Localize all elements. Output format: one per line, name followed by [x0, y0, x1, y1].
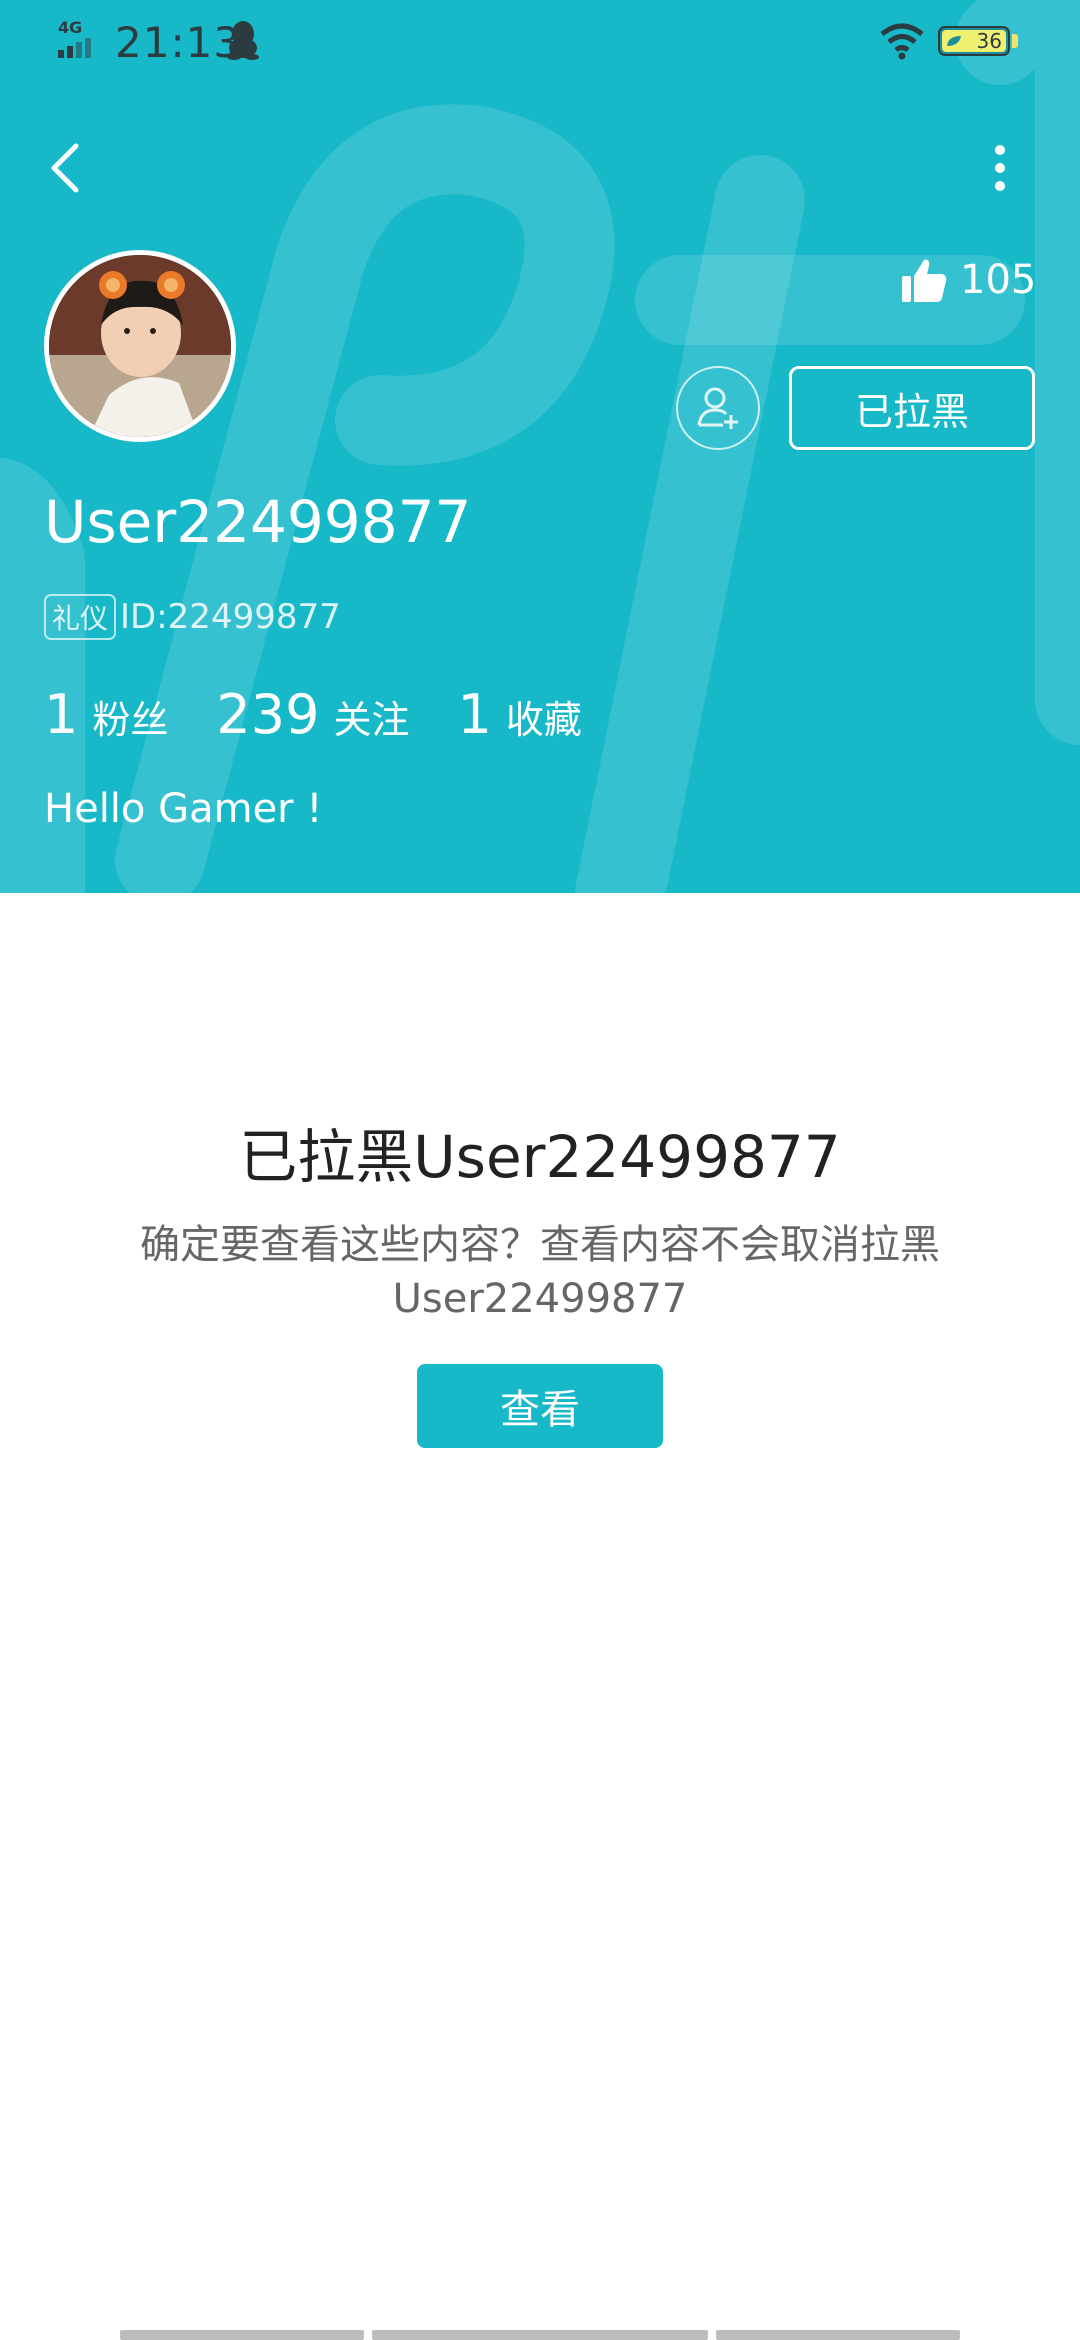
battery-cap	[1012, 34, 1018, 48]
wifi-icon	[880, 23, 924, 60]
stat-value: 239	[216, 683, 320, 746]
username: User22499877	[44, 488, 472, 556]
blocked-notice-title: 已拉黑User22499877	[239, 1123, 841, 1191]
blocked-notice-message: 确定要查看这些内容？查看内容不会取消拉黑User22499877	[140, 1222, 940, 1322]
role-badge: 礼仪	[44, 594, 117, 640]
stat-following[interactable]: 239 关注	[216, 683, 409, 746]
thumbs-up-icon	[902, 259, 947, 302]
qq-icon	[227, 21, 259, 60]
like-counter[interactable]: 105	[900, 250, 1036, 310]
profile-header: 4G 21:13 36 105 已拉黑 User22499877 礼仪 ID:2…	[0, 0, 1080, 893]
user-id-row: 礼仪 ID:22499877	[44, 594, 341, 640]
battery-indicator: 36	[938, 26, 1010, 56]
stat-value: 1	[457, 683, 492, 746]
add-friend-button[interactable]	[676, 366, 760, 450]
signal-icon	[58, 38, 91, 58]
avatar[interactable]	[44, 250, 236, 442]
status-time: 21:13	[115, 18, 242, 67]
stat-label: 粉丝	[92, 698, 169, 742]
blocked-button[interactable]: 已拉黑	[789, 366, 1035, 450]
back-arrow-icon[interactable]	[40, 136, 96, 200]
status-bar: 4G 21:13 36	[0, 0, 1080, 84]
profile-stats: 1 粉丝 239 关注 1 收藏	[44, 683, 630, 746]
network-type: 4G	[58, 18, 83, 37]
like-count: 105	[960, 257, 1037, 303]
bottom-tab-bar-center	[372, 2330, 708, 2340]
bottom-tab-bar-right	[716, 2330, 960, 2340]
battery-leaf-icon	[947, 36, 961, 46]
avatar-image	[49, 255, 231, 437]
add-user-icon	[697, 387, 738, 429]
stat-label: 关注	[333, 698, 410, 742]
user-id: ID:22499877	[120, 597, 341, 637]
bottom-tab-bar-left	[120, 2330, 364, 2340]
stat-value: 1	[44, 683, 79, 746]
stat-label: 收藏	[505, 698, 582, 742]
view-content-button[interactable]: 查看	[417, 1364, 663, 1448]
more-options-icon[interactable]	[982, 136, 1018, 200]
user-bio: Hello Gamer !	[44, 786, 323, 832]
battery-percent: 36	[976, 29, 1002, 53]
stat-followers[interactable]: 1 粉丝	[44, 683, 168, 746]
stat-favorites[interactable]: 1 收藏	[457, 683, 581, 746]
